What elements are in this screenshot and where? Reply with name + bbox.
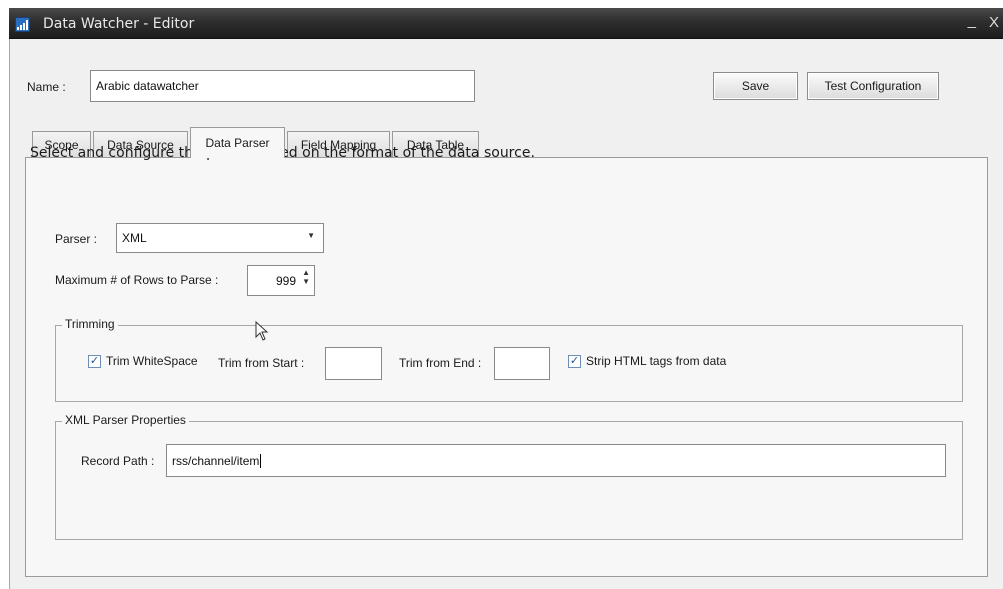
test-configuration-button-label: Test Configuration (824, 79, 922, 93)
text-caret (260, 453, 262, 468)
window-title: Data Watcher - Editor (43, 16, 195, 32)
xml-properties-group: XML Parser Properties (55, 413, 963, 540)
test-configuration-button[interactable]: Test Configuration (807, 72, 939, 100)
parser-select-value: XML (122, 231, 147, 245)
tab-data-parser[interactable]: Data Parser (190, 127, 285, 158)
mouse-pointer-icon (255, 321, 269, 341)
record-path-label: Record Path : (81, 454, 155, 468)
trimming-group-title: Trimming (62, 317, 118, 331)
chevron-down-icon: ▼ (307, 231, 315, 240)
parser-label: Parser : (55, 232, 98, 246)
trim-whitespace-label: Trim WhiteSpace (106, 354, 198, 368)
tab-data-parser-label: Data Parser (205, 136, 270, 150)
spinner-arrows-icon[interactable]: ▲ ▼ (302, 268, 310, 286)
name-input-value: Arabic datawatcher (96, 79, 199, 93)
close-button[interactable]: X (989, 14, 999, 31)
record-path-value: rss/channel/item (172, 453, 260, 468)
bar-chart-icon (15, 17, 30, 32)
strip-html-label: Strip HTML tags from data (586, 354, 727, 368)
trim-end-label: Trim from End : (399, 356, 482, 370)
max-rows-value: 999 (275, 273, 296, 288)
parser-select[interactable]: XML ▼ (116, 223, 324, 253)
title-bar: Data Watcher - Editor _ X (9, 8, 1003, 39)
trim-whitespace-checkbox[interactable]: ✓ (88, 355, 101, 368)
trim-start-input[interactable] (325, 347, 382, 380)
strip-html-checkbox[interactable]: ✓ (568, 355, 581, 368)
xml-properties-group-title: XML Parser Properties (62, 413, 189, 427)
trim-start-label: Trim from Start : (218, 356, 305, 370)
save-button-label: Save (741, 79, 770, 93)
name-label: Name : (27, 80, 66, 94)
save-button[interactable]: Save (713, 72, 798, 100)
name-input[interactable]: Arabic datawatcher (90, 70, 475, 102)
max-rows-stepper[interactable]: 999 ▲ ▼ (247, 265, 315, 296)
minimize-button[interactable]: _ (968, 12, 976, 29)
max-rows-label: Maximum # of Rows to Parse : (55, 273, 219, 287)
trim-end-input[interactable] (494, 347, 550, 380)
record-path-input[interactable]: rss/channel/item (166, 444, 946, 477)
